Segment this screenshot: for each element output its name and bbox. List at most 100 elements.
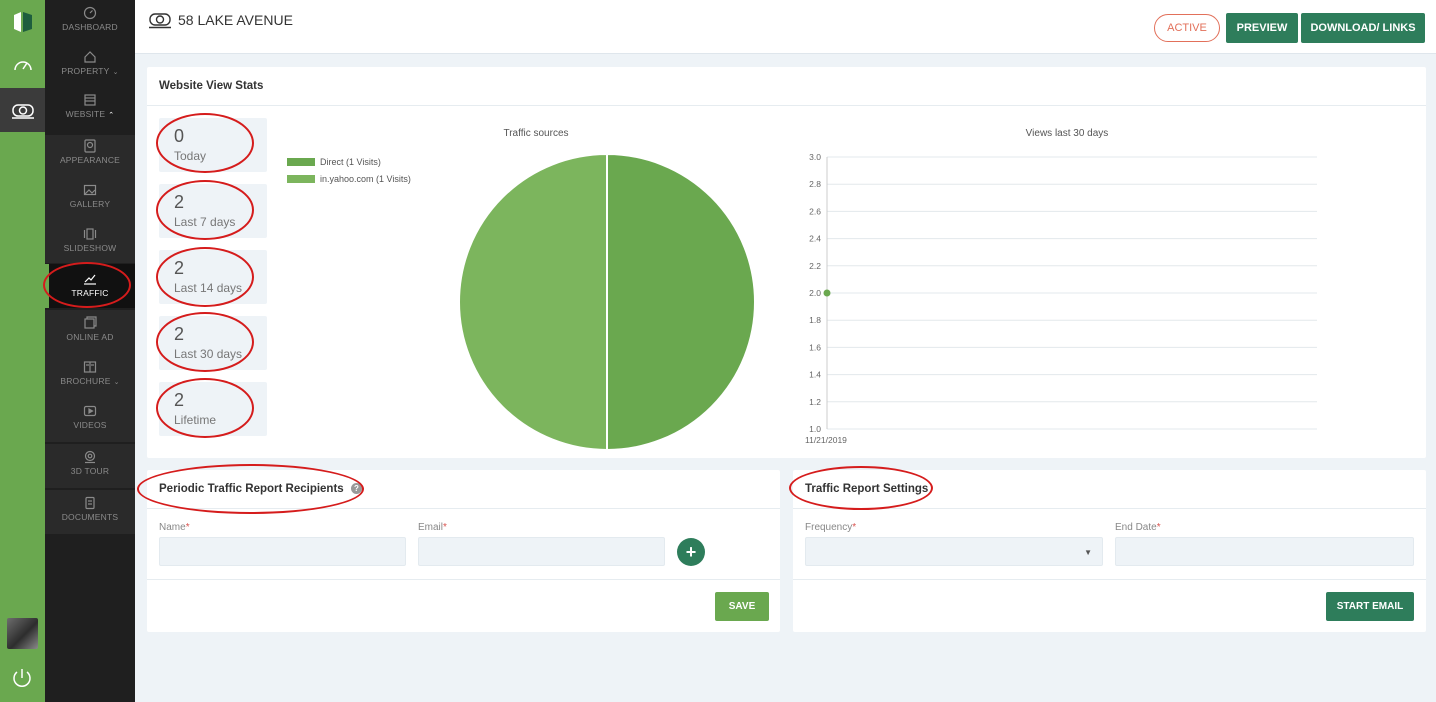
add-recipient-button[interactable]: +: [677, 538, 705, 566]
logo-icon: [13, 12, 32, 32]
property-title-text: 58 LAKE AVENUE: [178, 12, 293, 28]
traffic-sources-pie-chart: [458, 152, 756, 452]
tour-icon: [83, 450, 97, 464]
legend-label: Direct (1 Visits): [320, 157, 381, 167]
sidebar-item-traffic[interactable]: TRAFFIC: [45, 264, 135, 308]
settings-card: Traffic Report Settings Frequency* ▼ End…: [789, 466, 1426, 632]
chevron-up-icon: ⌃: [108, 112, 115, 119]
frequency-label: Frequency*: [805, 522, 857, 533]
save-button[interactable]: SAVE: [715, 592, 769, 621]
active-status-button[interactable]: ACTIVE: [1154, 14, 1220, 42]
card-title: Website View Stats: [159, 80, 264, 92]
stat-last-7-days: 2 Last 7 days: [159, 184, 267, 238]
rail-camera-button[interactable]: [0, 88, 45, 132]
pie-slice-0[interactable]: [606, 152, 756, 452]
divider: [793, 579, 1426, 580]
y-tick-label: 2.8: [809, 179, 821, 189]
slideshow-icon: [83, 227, 97, 241]
email-input[interactable]: [418, 537, 665, 566]
end-date-label: End Date*: [1115, 522, 1161, 533]
app-logo[interactable]: [0, 0, 45, 44]
legend-swatch-0: [287, 158, 315, 166]
download-links-button[interactable]: DOWNLOAD/ LINKS: [1301, 13, 1425, 43]
divider: [147, 105, 1426, 106]
views-last-30-days-chart: 3.0 2.8 2.6 2.4 2.2 2.0 1.8 1.6 1.4 1.2 1.011/21/2…: [805, 152, 1317, 445]
user-avatar[interactable]: [7, 618, 38, 649]
sidebar-item-brochure[interactable]: BROCHURE ⌄: [45, 354, 135, 398]
sidebar-item-appearance[interactable]: APPEARANCE: [45, 135, 135, 179]
name-input[interactable]: [159, 537, 406, 566]
legend-label: in.yahoo.com (1 Visits): [320, 174, 411, 184]
active-indicator: [45, 264, 49, 308]
preview-button[interactable]: PREVIEW: [1226, 13, 1298, 43]
stat-last-30-days: 2 Last 30 days: [159, 316, 267, 370]
caret-down-icon: ▼: [1084, 548, 1092, 557]
y-tick-label: 1.4: [809, 370, 821, 380]
line-chart-title: Views last 30 days: [1025, 128, 1109, 139]
stat-value: 2: [174, 390, 185, 410]
plus-icon: +: [685, 541, 697, 562]
sidebar-item-online-ad[interactable]: ONLINE AD: [45, 310, 135, 354]
legend-item-yahoo[interactable]: in.yahoo.com (1 Visits): [287, 174, 411, 184]
settings-card-title: Traffic Report Settings: [805, 483, 929, 495]
legend-item-direct[interactable]: Direct (1 Visits): [287, 157, 381, 167]
stat-value: 2: [174, 324, 185, 344]
chart-icon: [83, 272, 97, 286]
power-icon: [13, 669, 31, 687]
stat-last-14-days: 2 Last 14 days: [159, 250, 267, 304]
stat-value: 0: [174, 126, 185, 146]
pie-slice-1[interactable]: [458, 152, 608, 452]
name-label: Name*: [159, 522, 190, 533]
stat-today: 0 Today: [159, 118, 267, 172]
y-tick-label: 1.6: [809, 342, 821, 352]
appearance-icon: [83, 139, 97, 153]
y-tick-label: 1.0: [809, 424, 821, 434]
stat-value: 2: [174, 258, 185, 278]
rail-speedometer-button[interactable]: [0, 44, 45, 88]
y-tick-label: 2.0: [809, 288, 821, 298]
divider: [147, 508, 780, 509]
divider: [147, 579, 780, 580]
stat-lifetime: 2 Lifetime: [159, 382, 267, 436]
data-point[interactable]: [823, 289, 831, 297]
sidebar-item-3d-tour[interactable]: 3D TOUR: [45, 444, 135, 488]
stat-label: Last 14 days: [174, 281, 243, 295]
stat-label: Today: [174, 149, 207, 163]
y-tick-label: 2.6: [809, 206, 821, 216]
y-tick-label: 3.0: [809, 152, 821, 162]
home-icon: [83, 50, 97, 64]
x-tick-label: 11/21/2019: [805, 435, 847, 445]
video-icon: [83, 404, 97, 418]
y-tick-label: 2.2: [809, 261, 821, 271]
recipients-card: Periodic Traffic Report Recipients ? Nam…: [137, 464, 780, 632]
y-tick-label: 1.2: [809, 397, 821, 407]
help-icon[interactable]: ?: [350, 483, 362, 495]
chevron-down-icon: ⌄: [113, 379, 120, 386]
sidebar-footer: [45, 534, 135, 702]
document-icon: [83, 496, 97, 510]
sidebar-nav: DASHBOARD PROPERTY ⌄ WEBSITE ⌃ APPEARANCE …: [45, 0, 135, 534]
stat-label: Lifetime: [174, 413, 217, 427]
power-button[interactable]: [10, 666, 34, 690]
website-icon: [83, 93, 97, 107]
end-date-input[interactable]: [1115, 537, 1414, 566]
sidebar-item-property[interactable]: PROPERTY ⌄: [45, 50, 135, 90]
website-view-stats-card: Website View Stats 0 Today 2 Last 7 days…: [147, 67, 1426, 458]
stat-label: Last 30 days: [174, 347, 243, 361]
speedometer-icon: [13, 61, 32, 71]
y-tick-label: 2.4: [809, 234, 821, 244]
sidebar-item-slideshow[interactable]: SLIDESHOW: [45, 223, 135, 263]
page-title: 58 LAKE AVENUE: [148, 10, 293, 30]
app-rail: [0, 0, 45, 702]
start-email-button[interactable]: START EMAIL: [1326, 592, 1414, 621]
online-ad-icon: [83, 316, 97, 330]
sidebar-item-website[interactable]: WEBSITE ⌃: [45, 93, 135, 133]
sidebar-item-gallery[interactable]: GALLERY: [45, 179, 135, 223]
dashboard-icon: [83, 6, 97, 20]
sidebar-item-documents[interactable]: DOCUMENTS: [45, 490, 135, 534]
sidebar-item-videos[interactable]: VIDEOS: [45, 398, 135, 442]
email-label: Email*: [418, 522, 447, 533]
gallery-icon: [83, 183, 97, 197]
sidebar-item-dashboard[interactable]: DASHBOARD: [45, 6, 135, 46]
frequency-select[interactable]: ▼: [805, 537, 1103, 566]
